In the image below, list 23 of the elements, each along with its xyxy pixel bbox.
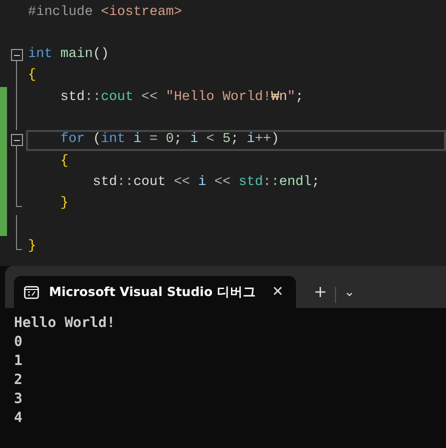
output-line: 2 [14,371,24,390]
code-line: for (int i = 0; i < 5; i++) [59,131,280,150]
code-line: { [28,67,36,86]
output-line: 3 [14,390,24,409]
output-line: Hello World! [14,314,116,333]
console-icon [24,286,39,298]
dropdown-button[interactable]: ⌄ [336,276,363,308]
output-line: 1 [14,352,24,371]
code-line: } [59,195,69,214]
code-line: } [28,238,36,256]
close-button[interactable]: ✕ [266,285,284,299]
code-line: int main() [28,46,110,64]
code-line: std::cout << "Hello World!₩n"; [59,88,304,107]
terminal-tab[interactable]: Microsoft Visual Studio 디버그 ✕ [14,276,296,308]
collapse-icon[interactable] [10,134,22,146]
new-tab-button[interactable]: + [306,276,336,308]
code-line: #include <iostream> [28,4,182,22]
tab-title: Microsoft Visual Studio 디버그 [49,282,256,301]
code-line: std::cout << i << std::endl; [92,174,320,192]
output-line: 0 [14,333,24,352]
collapse-icon[interactable] [10,49,22,62]
output-line: 4 [14,409,24,428]
code-line: { [59,152,69,171]
